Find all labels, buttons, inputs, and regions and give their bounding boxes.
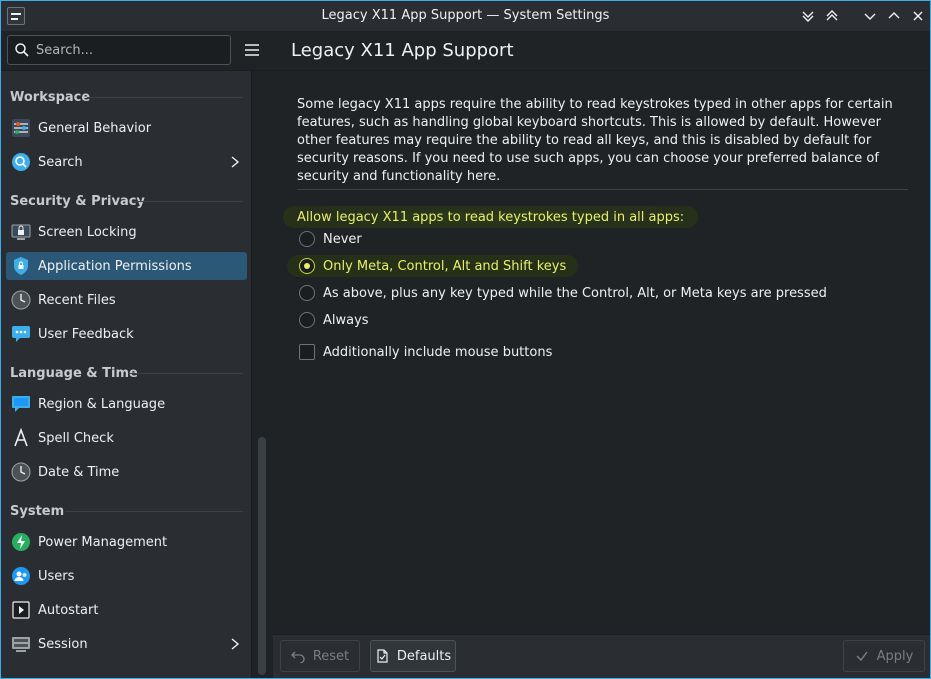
radio-button[interactable]	[299, 258, 315, 274]
keep-above-icon[interactable]	[822, 6, 842, 26]
section-divider	[128, 373, 243, 374]
sidebar-item-label: Session	[38, 636, 88, 652]
document-defaults-icon	[377, 649, 388, 663]
sidebar-item-label: User Feedback	[38, 326, 134, 342]
radio-label: As above, plus any key typed while the C…	[323, 285, 827, 301]
close-icon[interactable]	[908, 6, 928, 26]
sidebar-item-search[interactable]: Search	[6, 148, 247, 176]
radio-modifier-plus-combos[interactable]: As above, plus any key typed while the C…	[299, 282, 827, 304]
keep-below-icon[interactable]	[798, 6, 818, 26]
sidebar-item-label: Power Management	[38, 534, 168, 550]
search-icon	[11, 152, 31, 172]
radio-never[interactable]: Never	[299, 228, 362, 250]
radio-button[interactable]	[299, 312, 315, 328]
sidebar-item-label: General Behavior	[38, 120, 152, 136]
sidebar-scrollbar[interactable]	[258, 437, 266, 675]
sidebar-item-label: Recent Files	[38, 292, 116, 308]
sidebar-item-recent-files[interactable]: Recent Files	[6, 286, 247, 314]
content-divider	[297, 189, 908, 190]
defaults-button[interactable]: Defaults	[370, 640, 456, 672]
sidebar-item-label: Region & Language	[38, 396, 166, 412]
sidebar-item-users[interactable]: Users	[6, 562, 247, 590]
sidebar-item-screen-locking[interactable]: Screen Locking	[6, 218, 247, 246]
session-icon	[11, 634, 31, 654]
page-title: Legacy X11 App Support	[291, 40, 514, 61]
apply-label: Apply	[876, 648, 914, 664]
sidebar-item-region-language[interactable]: Region & Language	[6, 390, 247, 418]
section-divider	[132, 201, 243, 202]
keystroke-policy-label: Allow legacy X11 apps to read keystrokes…	[283, 206, 699, 228]
mouse-buttons-checkbox-row[interactable]: Additionally include mouse buttons	[299, 341, 552, 363]
mouse-buttons-checkbox[interactable]	[299, 344, 315, 360]
reset-button[interactable]: Reset	[280, 640, 360, 672]
chevron-right-icon	[231, 638, 240, 650]
radio-button[interactable]	[299, 285, 315, 301]
hamburger-menu-button[interactable]	[239, 37, 265, 63]
users-icon	[11, 566, 31, 586]
search-icon	[15, 43, 29, 57]
maximize-icon[interactable]	[884, 6, 904, 26]
undo-icon	[290, 651, 305, 663]
description-text: Some legacy X11 apps require the ability…	[297, 97, 893, 184]
sidebar-item-power-management[interactable]: Power Management	[6, 528, 247, 556]
sidebar-item-general-behavior[interactable]: General Behavior	[6, 114, 247, 142]
sidebar-item-session[interactable]: Session	[6, 630, 247, 658]
reset-label: Reset	[312, 648, 350, 664]
clock-icon	[11, 290, 31, 310]
sidebar-item-label: Users	[38, 568, 75, 584]
search-input[interactable]	[36, 42, 216, 58]
power-icon	[11, 532, 31, 552]
sidebar-item-spell-check[interactable]: Spell Check	[6, 424, 247, 452]
section-header-language-time: Language & Time	[10, 365, 138, 381]
screen-lock-icon	[11, 222, 31, 242]
sidebar-item-label: Search	[38, 154, 83, 170]
sidebar-item-label: Screen Locking	[38, 224, 137, 240]
section-header-workspace: Workspace	[10, 89, 91, 105]
autostart-icon	[11, 600, 31, 620]
radio-modifier-keys-only[interactable]: Only Meta, Control, Alt and Shift keys	[287, 255, 579, 277]
spell-check-icon	[11, 428, 31, 448]
section-header-security-privacy: Security & Privacy	[10, 193, 145, 209]
sidebar-item-date-time[interactable]: Date & Time	[6, 458, 247, 486]
search-box[interactable]	[7, 35, 231, 65]
radio-label: Only Meta, Control, Alt and Shift keys	[323, 258, 567, 274]
chevron-right-icon	[231, 156, 240, 168]
region-icon	[11, 394, 31, 414]
content-panel: Some legacy X11 apps require the ability…	[273, 71, 930, 634]
sidebar-item-autostart[interactable]: Autostart	[6, 596, 247, 624]
sidebar-item-label: Autostart	[38, 602, 99, 618]
section-divider	[65, 511, 243, 512]
sidebar-item-application-permissions[interactable]: Application Permissions	[6, 252, 247, 280]
footer-bar: Reset Defaults Apply	[273, 635, 930, 678]
radio-button[interactable]	[299, 231, 315, 247]
checkbox-label: Additionally include mouse buttons	[323, 344, 553, 360]
minimize-icon[interactable]	[860, 6, 880, 26]
window-title: Legacy X11 App Support — System Settings	[321, 8, 610, 23]
apply-button[interactable]: Apply	[843, 640, 925, 672]
radio-label: Always	[323, 312, 369, 328]
general-behavior-icon	[11, 118, 31, 138]
sidebar-item-label: Application Permissions	[38, 258, 192, 274]
sidebar-item-label: Date & Time	[38, 464, 120, 480]
feedback-icon	[11, 324, 31, 344]
shield-lock-icon	[11, 256, 31, 276]
hamburger-menu-icon	[245, 44, 259, 56]
section-divider	[87, 97, 243, 98]
titlebar[interactable]: Legacy X11 App Support — System Settings	[1, 1, 930, 31]
sidebar-item-label: Spell Check	[38, 430, 114, 446]
checkmark-icon	[856, 651, 868, 662]
radio-always[interactable]: Always	[299, 309, 369, 331]
clock-icon	[11, 462, 31, 482]
defaults-label: Defaults	[396, 648, 452, 664]
settings-window: Legacy X11 App Support — System Settings…	[0, 0, 931, 679]
radio-label: Never	[323, 231, 362, 247]
section-header-system: System	[10, 503, 65, 519]
sidebar-item-user-feedback[interactable]: User Feedback	[6, 320, 247, 348]
